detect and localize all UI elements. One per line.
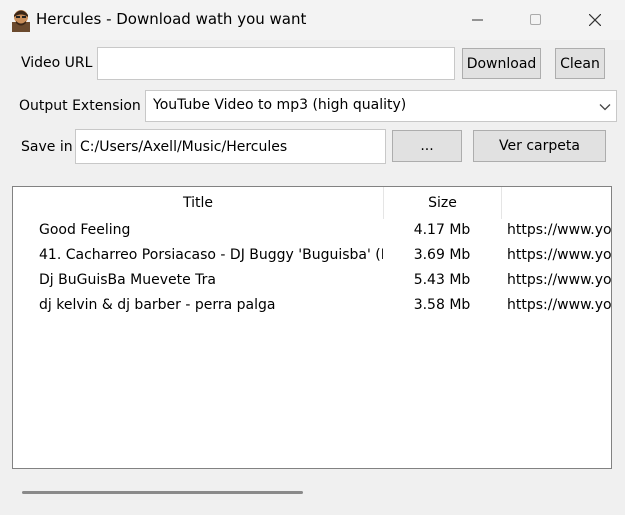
close-icon <box>589 14 601 26</box>
column-header-size[interactable]: Size <box>384 187 501 219</box>
save-path-input[interactable]: C:/Users/Axell/Music/Hercules <box>75 129 386 164</box>
open-folder-button[interactable]: Ver carpeta <box>473 130 606 162</box>
row-url: https://www.you <box>507 222 612 238</box>
browse-button[interactable]: ... <box>392 130 462 162</box>
table-row[interactable]: Good Feeling 4.17 Mb https://www.you <box>13 218 612 243</box>
row-title: 41. Cacharreo Porsiacaso - DJ Buggy 'Bug… <box>39 247 383 263</box>
hercules-avatar-icon <box>10 8 32 32</box>
row-url: https://www.you <box>507 272 612 288</box>
chevron-down-icon <box>599 104 611 111</box>
table-row[interactable]: 41. Cacharreo Porsiacaso - DJ Buggy 'Bug… <box>13 243 612 268</box>
download-button[interactable]: Download <box>462 48 541 79</box>
video-url-label: Video URL <box>21 55 93 71</box>
minimize-icon <box>472 19 483 21</box>
column-header-title[interactable]: Title <box>13 187 383 219</box>
row-size: 3.58 Mb <box>413 297 471 313</box>
horizontal-scrollbar[interactable] <box>22 491 303 494</box>
close-button[interactable] <box>566 0 624 40</box>
minimize-button[interactable] <box>449 0 507 40</box>
row-url: https://www.you <box>507 297 612 313</box>
output-extension-value: YouTube Video to mp3 (high quality) <box>153 97 407 113</box>
downloads-list[interactable]: Title Size Good Feeling 4.17 Mb https://… <box>12 186 612 469</box>
maximize-button[interactable] <box>507 0 565 40</box>
table-row[interactable]: Dj BuGuisBa Muevete Tra 5.43 Mb https://… <box>13 268 612 293</box>
window-title: Hercules - Download wath you want <box>36 10 307 28</box>
row-url: https://www.you <box>507 247 612 263</box>
save-in-label: Save in <box>21 139 73 155</box>
row-title: Dj BuGuisBa Muevete Tra <box>39 272 216 288</box>
row-size: 3.69 Mb <box>413 247 471 263</box>
row-size: 4.17 Mb <box>413 222 471 238</box>
clean-button[interactable]: Clean <box>555 48 605 79</box>
row-size: 5.43 Mb <box>413 272 471 288</box>
video-url-input[interactable] <box>97 47 455 80</box>
row-title: Good Feeling <box>39 222 131 238</box>
list-header: Title Size <box>13 187 611 219</box>
output-extension-label: Output Extension <box>19 98 141 114</box>
row-title: dj kelvin & dj barber - perra palga <box>39 297 276 313</box>
column-header-url[interactable] <box>502 187 611 219</box>
maximize-icon <box>530 14 541 25</box>
title-bar[interactable]: Hercules - Download wath you want <box>0 0 625 40</box>
table-row[interactable]: dj kelvin & dj barber - perra palga 3.58… <box>13 293 612 318</box>
output-extension-select[interactable]: YouTube Video to mp3 (high quality) <box>145 90 617 122</box>
